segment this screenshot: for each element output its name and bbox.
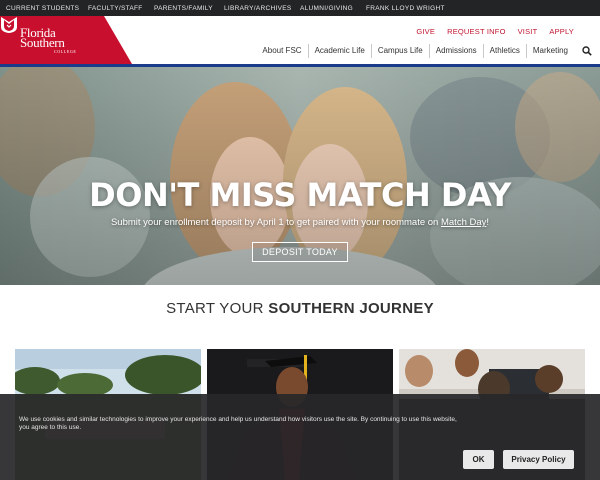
hero-subtitle-suffix: !	[486, 217, 490, 228]
nav-item-academic-life[interactable]: Academic Life	[307, 44, 371, 58]
cookie-message: We use cookies and similar technologies …	[19, 416, 457, 431]
utility-link-current-students[interactable]: CURRENT STUDENTS	[6, 5, 79, 12]
quick-link-give[interactable]: GIVE	[416, 27, 435, 36]
utility-link-library-archives[interactable]: LIBRARY/ARCHIVES	[224, 5, 292, 12]
cookie-ok-button[interactable]: OK	[463, 450, 494, 469]
nav-item-athletics[interactable]: Athletics	[482, 44, 526, 58]
search-button[interactable]	[574, 44, 600, 58]
quick-link-request-info[interactable]: REQUEST INFO	[447, 27, 506, 36]
hero-title: DON'T MISS MATCH DAY	[89, 176, 511, 214]
hero-banner: DON'T MISS MATCH DAY Submit your enrollm…	[0, 67, 600, 285]
quick-link-visit[interactable]: VISIT	[518, 27, 538, 36]
hero-subtitle: Submit your enrollment deposit by April …	[0, 217, 600, 228]
utility-link-alumni-giving[interactable]: ALUMNI/GIVING	[300, 5, 353, 12]
journey-heading-prefix: START YOUR	[166, 300, 269, 317]
quick-link-apply[interactable]: APPLY	[549, 27, 574, 36]
journey-heading-bold: SOUTHERN JOURNEY	[268, 300, 434, 317]
logo-wordmark: Florida Southern COLLEGE	[20, 26, 77, 54]
utility-bar: CURRENT STUDENTS FACULTY/STAFF PARENTS/F…	[0, 0, 600, 16]
site-logo[interactable]: Florida Southern COLLEGE	[0, 16, 132, 64]
cookie-banner: We use cookies and similar technologies …	[0, 394, 600, 480]
match-day-link[interactable]: Match Day	[441, 217, 486, 228]
privacy-policy-button[interactable]: Privacy Policy	[503, 450, 574, 469]
nav-item-admissions[interactable]: Admissions	[428, 44, 483, 58]
utility-link-faculty-staff[interactable]: FACULTY/STAFF	[88, 5, 143, 12]
hero-subtitle-text: Submit your enrollment deposit by April …	[110, 217, 441, 228]
utility-link-frank-lloyd-wright[interactable]: FRANK LLOYD WRIGHT	[366, 5, 445, 12]
utility-link-parents-family[interactable]: PARENTS/FAMILY	[154, 5, 213, 12]
crest-icon	[1, 17, 17, 33]
nav-item-about-fsc[interactable]: About FSC	[256, 44, 307, 58]
nav-item-marketing[interactable]: Marketing	[525, 44, 574, 58]
quick-links: GIVE REQUEST INFO VISIT APPLY	[404, 27, 574, 36]
logo-name-line3: COLLEGE	[54, 49, 77, 54]
site-header: Florida Southern COLLEGE GIVE REQUEST IN…	[0, 16, 600, 64]
main-nav: About FSC Academic Life Campus Life Admi…	[256, 44, 600, 58]
logo-name-line2: Southern	[20, 35, 65, 50]
search-icon	[582, 46, 592, 56]
journey-heading: START YOUR SOUTHERN JOURNEY	[0, 300, 600, 317]
deposit-today-button[interactable]: DEPOSIT TODAY	[252, 242, 348, 262]
nav-item-campus-life[interactable]: Campus Life	[370, 44, 429, 58]
